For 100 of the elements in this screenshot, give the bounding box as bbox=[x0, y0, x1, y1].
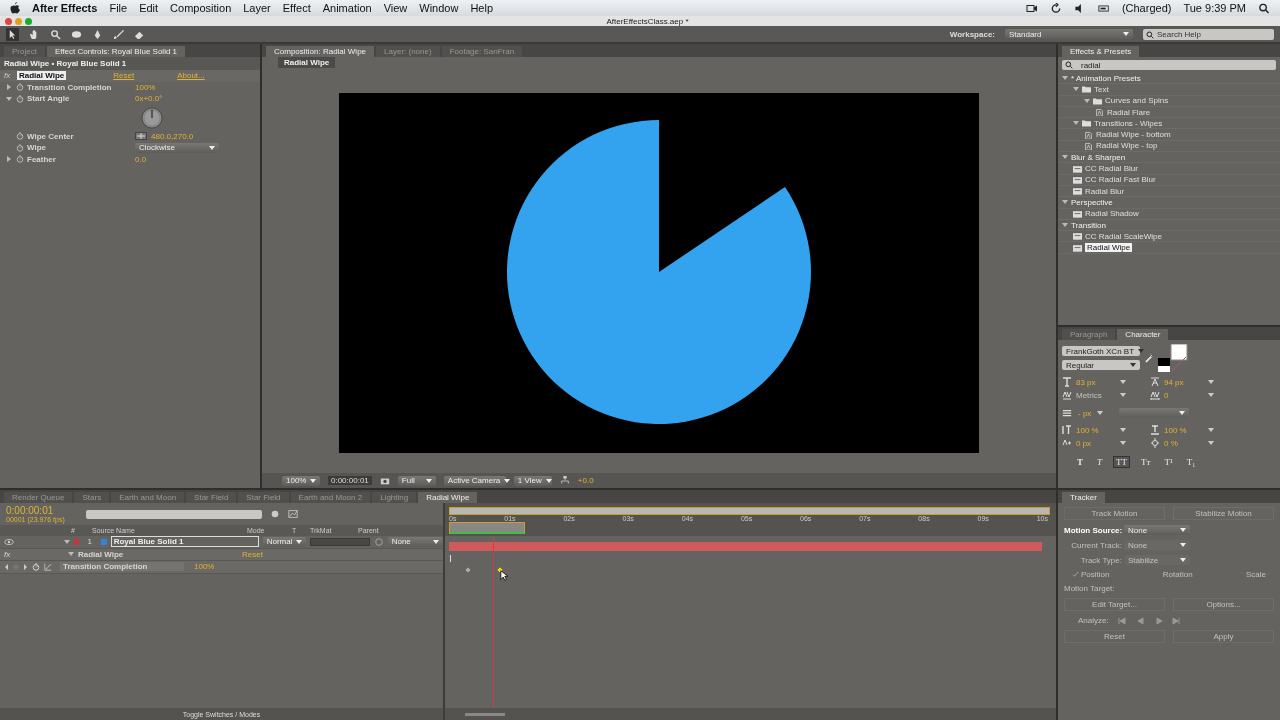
stopwatch-icon[interactable] bbox=[16, 132, 24, 141]
stabilize-motion-button[interactable]: Stabilize Motion bbox=[1173, 507, 1274, 520]
analyze-controls-icon[interactable] bbox=[1116, 616, 1181, 625]
composition-breadcrumb[interactable]: Radial Wipe bbox=[278, 57, 336, 68]
panel-tab[interactable]: Tracker bbox=[1062, 492, 1105, 503]
panel-tab[interactable]: Footage: SanFran bbox=[441, 46, 523, 57]
timeline-tab[interactable]: Radial Wipe bbox=[418, 492, 478, 503]
search-field[interactable] bbox=[86, 509, 262, 519]
zoom-button[interactable] bbox=[25, 17, 32, 25]
workspace-dropdown[interactable]: Standard bbox=[1005, 29, 1133, 39]
current-time[interactable]: 0:00:00:01 bbox=[328, 476, 372, 485]
timecode[interactable]: 0:00:00:01 bbox=[6, 505, 78, 516]
angle-dial[interactable] bbox=[141, 106, 163, 129]
tree-item[interactable]: Radial Wipe - top bbox=[1096, 141, 1158, 151]
tree-item[interactable]: Radial Shadow bbox=[1085, 209, 1139, 219]
tsume-value[interactable]: 0 % bbox=[1164, 438, 1208, 448]
text-style-button[interactable]: Tт bbox=[1138, 456, 1154, 468]
timeline-tab[interactable]: Star Field bbox=[238, 492, 289, 503]
track-matte-field[interactable] bbox=[310, 537, 370, 546]
tracking-value[interactable]: 0 bbox=[1164, 390, 1208, 400]
option-checkbox[interactable]: Scale bbox=[1246, 570, 1266, 579]
menu-item[interactable]: Edit bbox=[139, 2, 159, 14]
menu-item[interactable]: File bbox=[109, 2, 128, 14]
menu-item[interactable]: Window bbox=[419, 2, 459, 14]
about-link[interactable]: About... bbox=[177, 71, 205, 81]
property-value[interactable]: 0x+0.0° bbox=[135, 94, 163, 104]
brush-tool-icon[interactable] bbox=[113, 28, 124, 40]
panel-tab[interactable]: Effect Controls: Royal Blue Solid 1 bbox=[46, 46, 186, 57]
tree-item[interactable]: Curves and Spins bbox=[1105, 96, 1169, 106]
tree-item[interactable]: Radial Blur bbox=[1085, 186, 1125, 196]
tree-item[interactable]: Radial Wipe bbox=[1085, 243, 1133, 253]
disclosure-triangle[interactable] bbox=[1062, 223, 1068, 227]
panel-tab[interactable]: Effects & Presets bbox=[1062, 46, 1140, 57]
stopwatch-icon[interactable] bbox=[16, 83, 24, 92]
wipe-dropdown[interactable]: Clockwise bbox=[135, 142, 219, 153]
text-style-button[interactable]: T¹ bbox=[1161, 456, 1176, 468]
zoom-tool-icon[interactable] bbox=[50, 28, 61, 40]
tree-item[interactable]: Radial Wipe - bottom bbox=[1096, 130, 1171, 140]
graph-icon[interactable] bbox=[44, 562, 52, 571]
timeline-tab[interactable]: Earth and Moon bbox=[111, 492, 185, 503]
disclosure-triangle[interactable] bbox=[6, 156, 11, 163]
battery-icon[interactable] bbox=[1097, 2, 1110, 14]
sync-icon[interactable] bbox=[1049, 2, 1062, 14]
tracker-dropdown[interactable]: None bbox=[1124, 525, 1190, 535]
reset-link[interactable]: Reset bbox=[113, 71, 135, 81]
tree-item[interactable]: * Animation Presets bbox=[1071, 73, 1141, 83]
reset-link[interactable]: Reset bbox=[242, 549, 263, 559]
text-style-button[interactable]: T₁ bbox=[1183, 456, 1199, 468]
text-style-button[interactable]: T bbox=[1094, 456, 1106, 468]
view-layout-dropdown[interactable]: 1 View bbox=[513, 475, 552, 486]
tree-item[interactable]: Radial Flare bbox=[1107, 107, 1151, 117]
timeline-tab[interactable]: Render Queue bbox=[4, 492, 73, 503]
option-checkbox[interactable]: Rotation bbox=[1162, 570, 1193, 579]
vertical-scale-value[interactable]: 100 % bbox=[1076, 425, 1120, 435]
tree-item[interactable]: CC Radial ScaleWipe bbox=[1085, 231, 1162, 241]
timeline-tab[interactable]: Earth and Moon 2 bbox=[290, 492, 371, 503]
disclosure-triangle[interactable] bbox=[1062, 76, 1068, 81]
edit-target-button[interactable]: Edit Target... bbox=[1064, 598, 1165, 611]
mode-dropdown[interactable]: Normal bbox=[262, 536, 307, 547]
text-style-button[interactable]: TT bbox=[1113, 456, 1131, 468]
stopwatch-icon[interactable] bbox=[16, 143, 24, 152]
label-color-swatch[interactable] bbox=[74, 538, 79, 545]
motion-blur-icon[interactable] bbox=[270, 509, 280, 519]
disclosure-triangle[interactable] bbox=[64, 539, 70, 544]
kerning-value[interactable]: Metrics bbox=[1076, 390, 1120, 400]
pen-tool-icon[interactable] bbox=[92, 28, 103, 40]
menu-item[interactable]: View bbox=[383, 2, 408, 14]
tree-item[interactable]: CC Radial Fast Blur bbox=[1085, 175, 1156, 185]
options-button[interactable]: Options... bbox=[1173, 598, 1274, 611]
fx-icon[interactable]: fx bbox=[4, 71, 14, 81]
layer-name[interactable]: Royal Blue Solid 1 bbox=[110, 536, 259, 548]
effects-search-field[interactable]: radial bbox=[1062, 60, 1276, 70]
panel-tab[interactable]: Character bbox=[1117, 329, 1169, 340]
tree-item[interactable]: Perspective bbox=[1071, 197, 1113, 207]
flowchart-icon[interactable] bbox=[559, 475, 570, 486]
tree-item[interactable]: Transition bbox=[1071, 220, 1106, 230]
app-menu[interactable]: After Effects bbox=[32, 2, 98, 14]
stopwatch-icon[interactable] bbox=[16, 94, 24, 103]
menu-item[interactable]: Animation bbox=[322, 2, 372, 14]
menu-item[interactable]: Effect bbox=[282, 2, 311, 14]
close-button[interactable] bbox=[5, 17, 12, 25]
panel-tab[interactable]: Composition: Radial Wipe bbox=[266, 46, 375, 57]
fx-icon[interactable]: fx bbox=[4, 549, 14, 559]
crosshair-icon[interactable] bbox=[135, 132, 147, 141]
color-swatches-icon[interactable] bbox=[1158, 344, 1188, 372]
property-value[interactable]: 100% bbox=[135, 82, 156, 92]
tree-item[interactable]: CC Radial Blur bbox=[1085, 164, 1138, 173]
timeline-tab[interactable]: Lighting bbox=[372, 492, 417, 503]
minimize-button[interactable] bbox=[15, 17, 22, 25]
disclosure-triangle[interactable] bbox=[6, 84, 11, 91]
panel-tab[interactable]: Paragraph bbox=[1062, 329, 1116, 340]
reset-button[interactable]: Reset bbox=[1064, 630, 1165, 643]
text-style-button[interactable]: T bbox=[1074, 456, 1086, 468]
timeline-tab[interactable]: Stars bbox=[74, 492, 110, 503]
zoom-dropdown[interactable]: 100% bbox=[282, 475, 320, 486]
ellipse-tool-icon[interactable] bbox=[71, 28, 82, 40]
timeline-tab[interactable]: Star Field bbox=[186, 492, 237, 503]
graph-editor-icon[interactable] bbox=[288, 509, 298, 519]
baseline-shift-value[interactable]: 0 px bbox=[1076, 438, 1120, 448]
disclosure-triangle[interactable] bbox=[68, 552, 74, 557]
